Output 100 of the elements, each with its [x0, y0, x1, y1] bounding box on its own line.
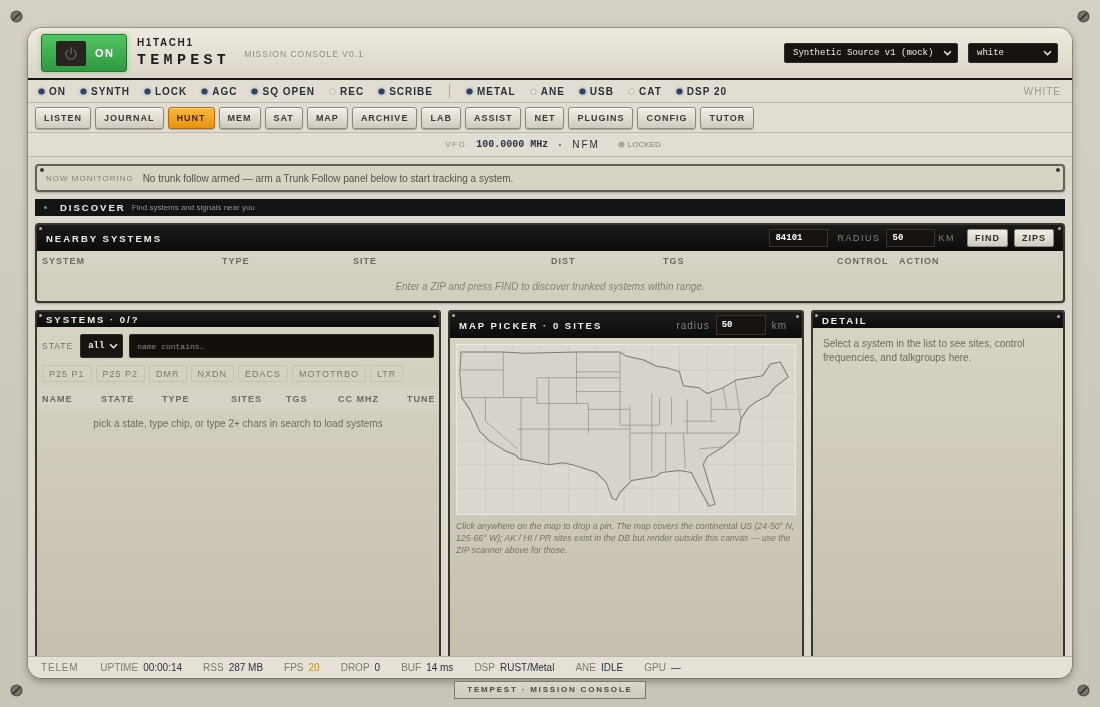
vfo-frequency: 100.0000 MHz [476, 139, 549, 150]
nav-tab[interactable]: LISTEN [35, 106, 91, 129]
column-header: TGS [286, 393, 309, 404]
column-header: TUNE [407, 393, 436, 404]
rivet-icon [433, 315, 436, 318]
stat-label: BUF [401, 662, 422, 673]
screw-icon [1077, 684, 1090, 697]
chevron-down-icon [109, 343, 119, 349]
column-header: TYPE [222, 256, 251, 266]
nav-tab[interactable]: JOURNAL [95, 106, 164, 129]
rivet-icon [452, 314, 455, 317]
panel-title: MAP PICKER · 0 SITES [459, 319, 603, 331]
rivet-icon [40, 168, 44, 172]
section-subtitle: Find systems and signals near you [131, 203, 255, 212]
screw-icon [1077, 10, 1090, 23]
stat-value: 14 ms [426, 662, 454, 673]
stat-label: RSS [203, 662, 224, 673]
indicator-label: USB [589, 85, 614, 97]
theme-label: WHITE [1023, 85, 1061, 97]
nav-tab[interactable]: HUNT [167, 106, 215, 129]
empty-message: pick a state, type chip, or type 2+ chars in search to load systems [93, 418, 383, 429]
brand-maker: H1TACH1 [137, 37, 195, 48]
dot-icon [44, 206, 47, 209]
rivet-icon [796, 315, 799, 318]
nav-tab[interactable]: PLUGINS [568, 106, 634, 129]
indicator-label: ON [49, 85, 66, 97]
map-caption: Click anywhere on the map to drop a pin. The map covers the continental US (24-50° N, 125-66° W); AK / HI / PR sites exist in the DB but render outside this canvas — use the ZIP scanner above for those. [456, 520, 796, 556]
column-header: STATE [101, 393, 136, 404]
rivet-icon [815, 314, 818, 317]
stat-value: IDLE [600, 662, 624, 673]
brand-name: TEMPEST [137, 53, 231, 69]
column-header: CONTROL [837, 256, 890, 266]
nav-tab[interactable]: LAB [421, 106, 461, 129]
indicator-label: SYNTH [91, 85, 130, 97]
screw-icon [10, 684, 23, 697]
search-input[interactable]: name contains… [129, 334, 434, 358]
banner-label: NOW MONITORING [46, 173, 134, 183]
vfo-label: VFO [445, 140, 467, 149]
rivet-icon [1056, 168, 1060, 172]
state-label: STATE [42, 341, 74, 351]
stat-value: 00:00:14 [143, 662, 183, 673]
rivet-icon [1058, 227, 1061, 230]
indicator-label: LOCK [154, 85, 188, 97]
separator-dot: · [558, 137, 563, 152]
stat-label: ANE [575, 662, 596, 673]
nav-tab[interactable]: NET [525, 106, 565, 129]
nav-tab[interactable]: SAT [264, 106, 303, 129]
indicator-label: SQ OPEN [262, 85, 316, 97]
us-map[interactable] [456, 344, 796, 515]
stat-label: DSP [474, 662, 495, 673]
zip-input[interactable]: 84101 [769, 229, 829, 247]
nav-tab[interactable]: CONFIG [637, 106, 697, 129]
status-title: TELEM [41, 662, 79, 673]
state-select[interactable]: all [80, 334, 124, 358]
column-header: NAME [42, 393, 74, 404]
column-header: SYSTEM [42, 256, 86, 266]
rivet-icon [1057, 315, 1060, 318]
indicator-label: METAL [477, 85, 516, 97]
nav-tab[interactable]: MAP [306, 106, 348, 129]
stat-label: DROP [340, 662, 370, 673]
stat-value: 0 [374, 662, 381, 673]
chevron-down-icon [1043, 50, 1052, 56]
nav-tab[interactable]: MEM [218, 106, 261, 129]
stat-value: 287 MB [228, 662, 264, 673]
source-select[interactable]: Synthetic Source v1 (mock) [784, 43, 958, 63]
footer-plate: TEMPEST · MISSION CONSOLE [454, 681, 646, 699]
stat-value: 20 [308, 662, 320, 673]
radius-label: RADIUS [837, 233, 881, 243]
panel-title: NEARBY SYSTEMS [46, 232, 162, 244]
zips-button[interactable]: ZIPS [1014, 229, 1054, 247]
indicator-label: DSP 20 [686, 85, 728, 97]
stat-value: RUST/Metal [499, 662, 555, 673]
rivet-icon [39, 314, 42, 317]
chevron-down-icon [943, 50, 952, 56]
column-header: DIST [551, 256, 577, 266]
banner-message: No trunk follow armed — arm a Trunk Follow panel below to start tracking a system. [142, 172, 514, 184]
radius-label: radius [676, 319, 710, 331]
rivet-icon [39, 227, 42, 230]
find-button[interactable]: FIND [967, 229, 1008, 247]
stat-label: UPTIME [100, 662, 139, 673]
radius-input[interactable]: 50 [715, 315, 766, 335]
column-header: SITE [353, 256, 378, 266]
column-header: SITES [231, 393, 263, 404]
empty-message: Enter a ZIP and press FIND to discover trunked systems within range. [395, 280, 705, 292]
column-header: CC MHZ [338, 393, 380, 404]
column-header: TGS [663, 256, 686, 266]
vfo-mode: NFM [572, 139, 600, 150]
lock-label: LOCKED [627, 140, 661, 149]
radius-input[interactable]: 50 [886, 229, 936, 247]
section-title: DISCOVER [60, 202, 126, 213]
power-icon [56, 40, 86, 66]
indicator-label: ANE [540, 85, 565, 97]
unit-label: km [771, 319, 787, 331]
nav-tab[interactable]: ASSIST [464, 106, 522, 129]
column-header: TYPE [162, 393, 191, 404]
unit-label: KM [938, 233, 955, 243]
nav-tab[interactable]: ARCHIVE [351, 106, 418, 129]
nav-tab[interactable]: TUTOR [700, 106, 755, 129]
theme-select[interactable]: white [968, 43, 1058, 63]
indicator-label: CAT [638, 85, 662, 97]
